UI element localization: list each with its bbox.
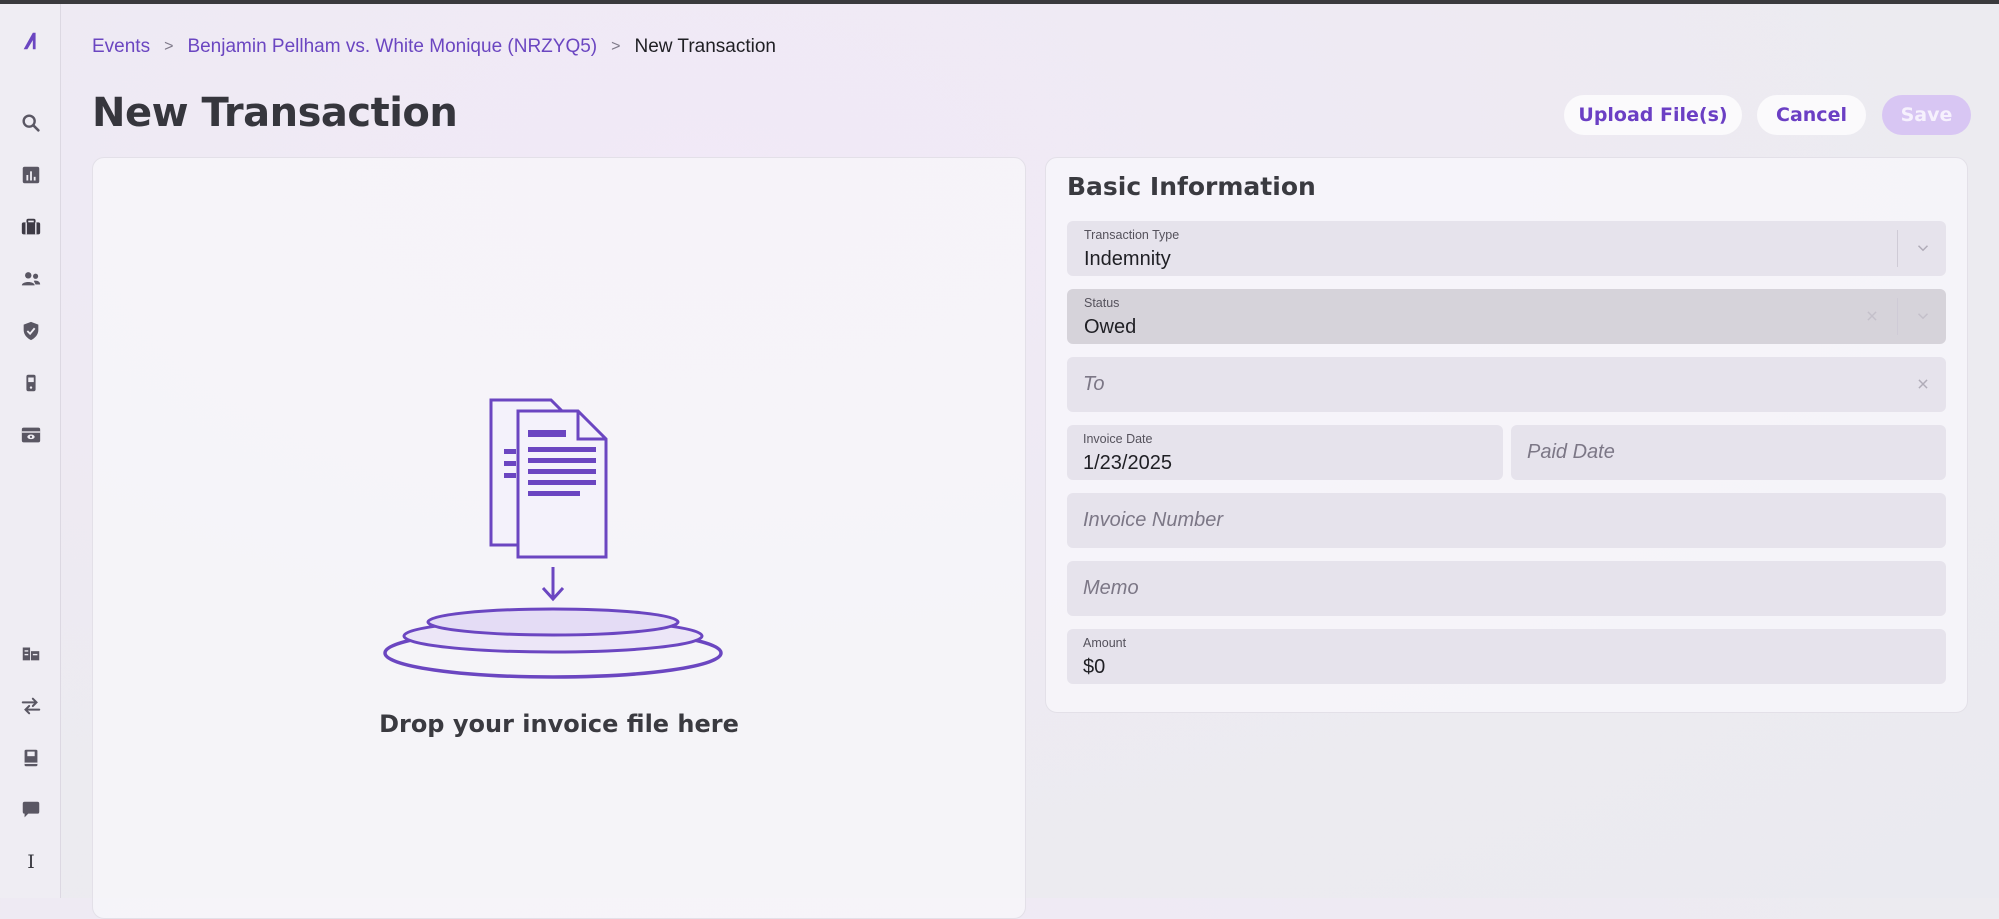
window-top-bar bbox=[0, 0, 1999, 4]
dropzone-text: Drop your invoice file here bbox=[379, 710, 739, 738]
paid-date-field[interactable]: Paid Date bbox=[1511, 425, 1946, 480]
invoice-date-value: 1/23/2025 bbox=[1083, 452, 1172, 474]
memo-placeholder: Memo bbox=[1083, 577, 1139, 599]
file-drop-icon bbox=[383, 398, 723, 679]
invoice-number-field[interactable]: Invoice Number bbox=[1067, 493, 1946, 548]
book-icon[interactable] bbox=[18, 745, 44, 771]
basic-information-card: Basic Information Transaction Type Indem… bbox=[1045, 157, 1968, 713]
cancel-button[interactable]: Cancel bbox=[1757, 95, 1866, 135]
invoice-date-label: Invoice Date bbox=[1083, 432, 1153, 446]
chat-icon[interactable] bbox=[18, 797, 44, 823]
chevron-right-icon: > bbox=[164, 38, 174, 55]
briefcase-icon[interactable] bbox=[18, 214, 44, 240]
transaction-type-value: Indemnity bbox=[1084, 248, 1171, 270]
users-icon[interactable] bbox=[18, 266, 44, 292]
amount-label: Amount bbox=[1083, 636, 1127, 650]
archive-icon[interactable] bbox=[18, 422, 44, 448]
upload-files-button[interactable]: Upload File(s) bbox=[1564, 95, 1742, 135]
save-button[interactable]: Save bbox=[1882, 95, 1971, 135]
search-icon[interactable] bbox=[18, 110, 44, 136]
status-label: Status bbox=[1084, 296, 1120, 310]
breadcrumb-current: New Transaction bbox=[634, 36, 776, 57]
invoice-number-placeholder: Invoice Number bbox=[1083, 509, 1224, 531]
breadcrumb: Events > Benjamin Pellham vs. White Moni… bbox=[92, 36, 776, 58]
breadcrumb-case[interactable]: Benjamin Pellham vs. White Monique (NRZY… bbox=[187, 36, 597, 58]
section-title: Basic Information bbox=[1067, 172, 1316, 201]
invoice-date-field[interactable]: Invoice Date 1/23/2025 bbox=[1067, 425, 1503, 480]
transfer-icon[interactable] bbox=[18, 693, 44, 719]
clear-icon[interactable] bbox=[1912, 373, 1934, 395]
transaction-type-label: Transaction Type bbox=[1084, 228, 1180, 242]
status-value: Owed bbox=[1084, 316, 1137, 338]
to-placeholder: To bbox=[1083, 373, 1105, 395]
bar-chart-icon[interactable] bbox=[18, 162, 44, 188]
chevron-right-icon: > bbox=[611, 38, 621, 55]
field-separator bbox=[1897, 230, 1898, 267]
field-separator bbox=[1897, 298, 1898, 335]
amount-field[interactable]: Amount $0 bbox=[1067, 629, 1946, 684]
page-title: New Transaction bbox=[92, 90, 458, 136]
chevron-down-icon[interactable] bbox=[1912, 237, 1934, 259]
cursor-icon: I bbox=[27, 851, 35, 873]
clear-icon[interactable] bbox=[1861, 305, 1883, 327]
logo-icon[interactable] bbox=[18, 28, 44, 54]
transaction-type-select[interactable]: Transaction Type Indemnity bbox=[1067, 221, 1946, 276]
paid-date-placeholder: Paid Date bbox=[1527, 441, 1615, 463]
invoice-dropzone[interactable]: Drop your invoice file here bbox=[92, 157, 1026, 919]
to-field[interactable]: To bbox=[1067, 357, 1946, 412]
buildings-icon[interactable] bbox=[18, 640, 44, 666]
status-select[interactable]: Status Owed bbox=[1067, 289, 1946, 344]
sidebar: I bbox=[0, 4, 61, 898]
device-icon[interactable] bbox=[18, 370, 44, 396]
amount-value: $0 bbox=[1083, 656, 1106, 678]
memo-field[interactable]: Memo bbox=[1067, 561, 1946, 616]
shield-icon[interactable] bbox=[18, 318, 44, 344]
breadcrumb-events[interactable]: Events bbox=[92, 36, 150, 58]
chevron-down-icon[interactable] bbox=[1912, 305, 1934, 327]
